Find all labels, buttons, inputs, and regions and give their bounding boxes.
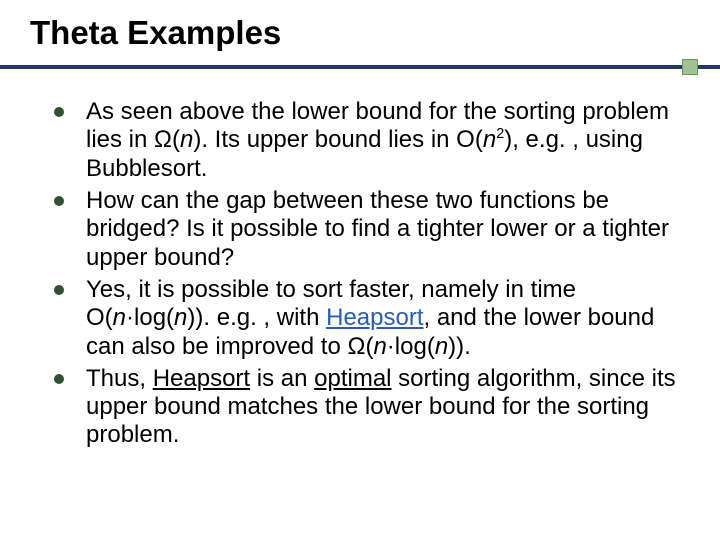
content-area: As seen above the lower bound for the so… — [0, 74, 720, 450]
text: ·log( — [126, 304, 174, 331]
text: )). — [448, 333, 471, 360]
omega-symbol: Ω — [154, 126, 172, 153]
slide: Theta Examples As seen above the lower b… — [0, 0, 720, 540]
title-block: Theta Examples — [0, 0, 720, 52]
text: is an — [250, 365, 314, 392]
var-n: n — [435, 333, 448, 360]
bullet-1: As seen above the lower bound for the so… — [54, 98, 678, 183]
title-rule — [0, 58, 720, 74]
heapsort-link[interactable]: Heapsort — [326, 304, 423, 331]
var-n: n — [483, 126, 496, 153]
optimal-underline: optimal — [314, 365, 391, 392]
text: ·log( — [387, 333, 435, 360]
text: Its upper bound lies in O( — [208, 126, 483, 153]
rule-accent-square — [682, 59, 698, 75]
var-n: n — [180, 126, 193, 153]
var-n: n — [113, 304, 126, 331]
bullet-list: As seen above the lower bound for the so… — [54, 98, 678, 450]
text: How can the gap between these two functi… — [86, 187, 669, 271]
rule-line — [0, 65, 720, 69]
var-n: n — [373, 333, 386, 360]
text: ( — [172, 126, 180, 153]
heapsort-underline: Heapsort — [153, 365, 250, 392]
bullet-3: Yes, it is possible to sort faster, name… — [54, 276, 678, 361]
bullet-2: How can the gap between these two functi… — [54, 187, 678, 272]
omega-symbol: Ω — [347, 333, 365, 360]
slide-title: Theta Examples — [30, 14, 720, 52]
bullet-4: Thus, Heapsort is an optimal sorting alg… — [54, 365, 678, 450]
var-n: n — [174, 304, 187, 331]
text: Thus, — [86, 365, 153, 392]
text: )). e.g. , with — [187, 304, 326, 331]
text: ). — [193, 126, 208, 153]
